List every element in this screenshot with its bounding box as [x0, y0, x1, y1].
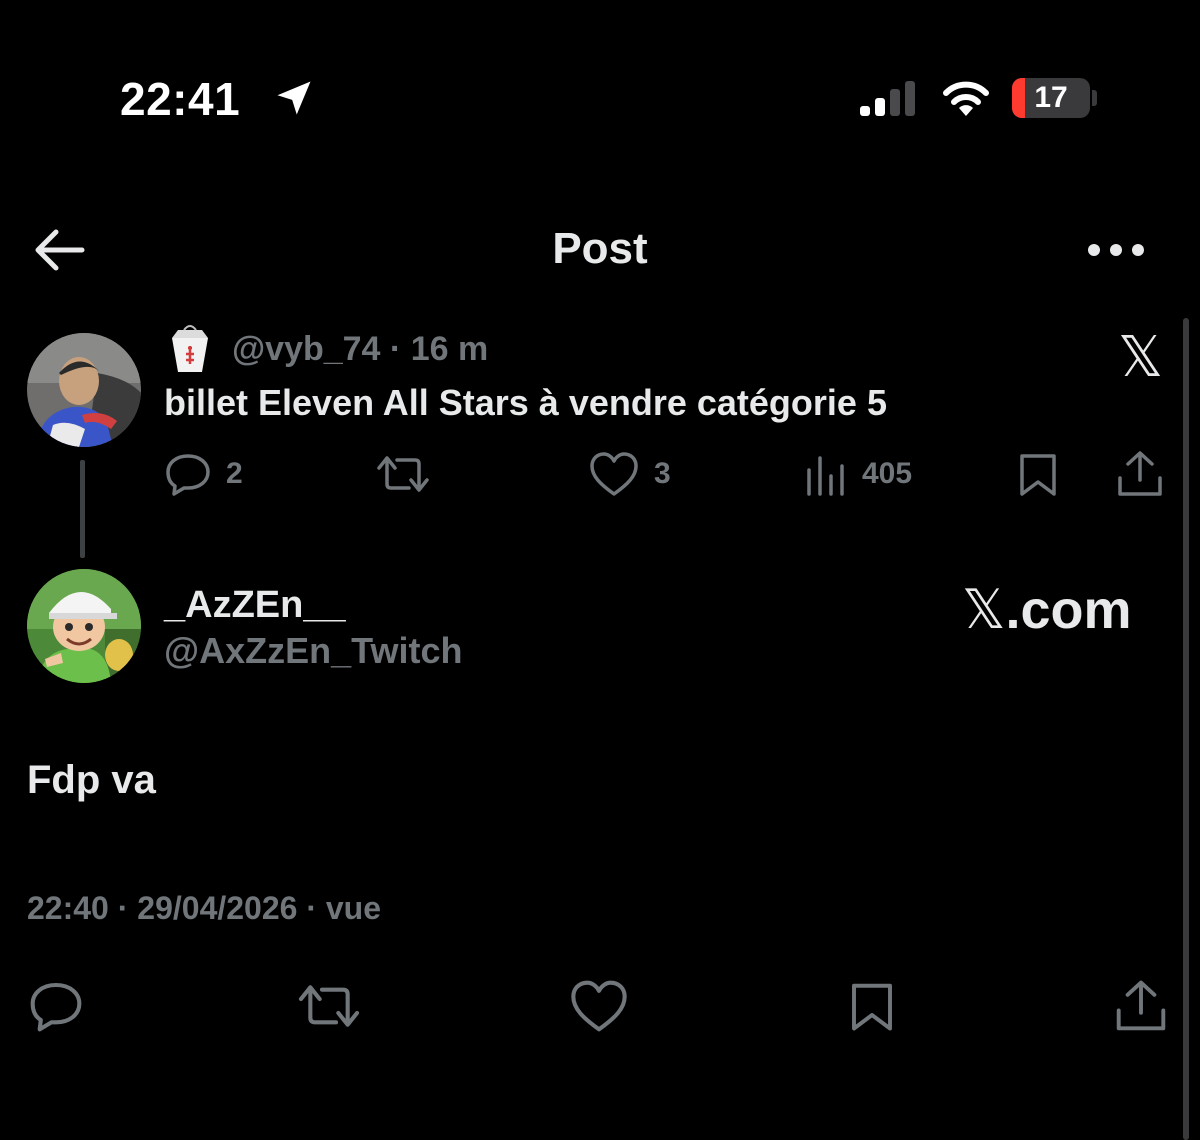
avatar[interactable]	[27, 333, 141, 447]
x-logo-icon: 𝕏	[962, 578, 1006, 641]
time-separator: ·	[117, 890, 129, 926]
post-text: billet Eleven All Stars à vendre catégor…	[164, 382, 887, 423]
post-meta: @vyb_74 · 16 m	[232, 330, 488, 369]
repost-icon	[298, 985, 360, 1027]
battery-indicator: 17	[1012, 78, 1090, 118]
username[interactable]: @AxZzEn_Twitch	[164, 630, 462, 672]
reply-text: Fdp va	[27, 758, 156, 802]
reply-icon	[30, 982, 82, 1032]
repost-icon	[377, 456, 429, 492]
meta-separator: ·	[389, 330, 402, 368]
like-count: 3	[654, 457, 671, 490]
repost-button[interactable]	[375, 450, 445, 498]
reply-count: 2	[226, 457, 243, 490]
views-label[interactable]: vue	[326, 890, 381, 926]
page-title: Post	[552, 224, 648, 273]
bookmark-button[interactable]	[845, 978, 899, 1034]
watermark-suffix: .com	[1005, 580, 1132, 640]
screen: 22:41 17 Post @vyb_74 · 16 m 𝕏 billet El…	[0, 0, 1200, 1140]
x-com-watermark: 𝕏.com	[962, 578, 1132, 641]
status-time: 22:41	[120, 73, 241, 125]
view-count: 405	[862, 457, 913, 490]
takeout-box-icon	[172, 325, 208, 372]
heart-icon	[571, 980, 627, 1032]
reply-icon	[166, 454, 210, 496]
bookmark-icon	[852, 983, 892, 1031]
like-button[interactable]	[568, 978, 630, 1034]
post-time: 22:40	[27, 890, 109, 926]
share-button[interactable]	[1114, 450, 1166, 498]
like-button[interactable]: 3	[588, 450, 671, 498]
views-button[interactable]: 405	[804, 450, 912, 498]
share-icon	[1118, 451, 1162, 496]
share-button[interactable]	[1112, 978, 1170, 1034]
bookmark-icon	[1020, 454, 1056, 496]
post-date: 29/04/2026	[137, 890, 298, 926]
avatar[interactable]	[27, 569, 141, 683]
bookmark-button[interactable]	[1014, 450, 1062, 498]
cellular-signal-icon	[860, 81, 915, 116]
reply-button[interactable]: 2	[164, 450, 243, 498]
wifi-icon	[943, 81, 989, 116]
display-name[interactable]: _AzZEn__	[164, 584, 346, 627]
battery-cap	[1092, 90, 1097, 106]
date-separator: ·	[306, 890, 317, 926]
post-timestamp: 22:40 · 29/04/2026 · vue	[27, 890, 381, 927]
thread-connector	[80, 460, 85, 558]
more-options-button[interactable]	[1084, 232, 1148, 268]
share-icon	[1116, 980, 1166, 1031]
author-handle[interactable]: @vyb_74	[232, 330, 380, 368]
repost-button[interactable]	[296, 978, 362, 1034]
views-chart-icon	[807, 456, 844, 496]
scroll-indicator[interactable]	[1183, 318, 1189, 1140]
location-arrow-icon	[277, 81, 311, 115]
x-logo-icon: 𝕏	[1118, 325, 1164, 390]
post-age: 16 m	[410, 330, 489, 368]
heart-icon	[590, 452, 638, 496]
battery-level: 17	[1034, 81, 1068, 114]
reply-button[interactable]	[27, 978, 85, 1034]
